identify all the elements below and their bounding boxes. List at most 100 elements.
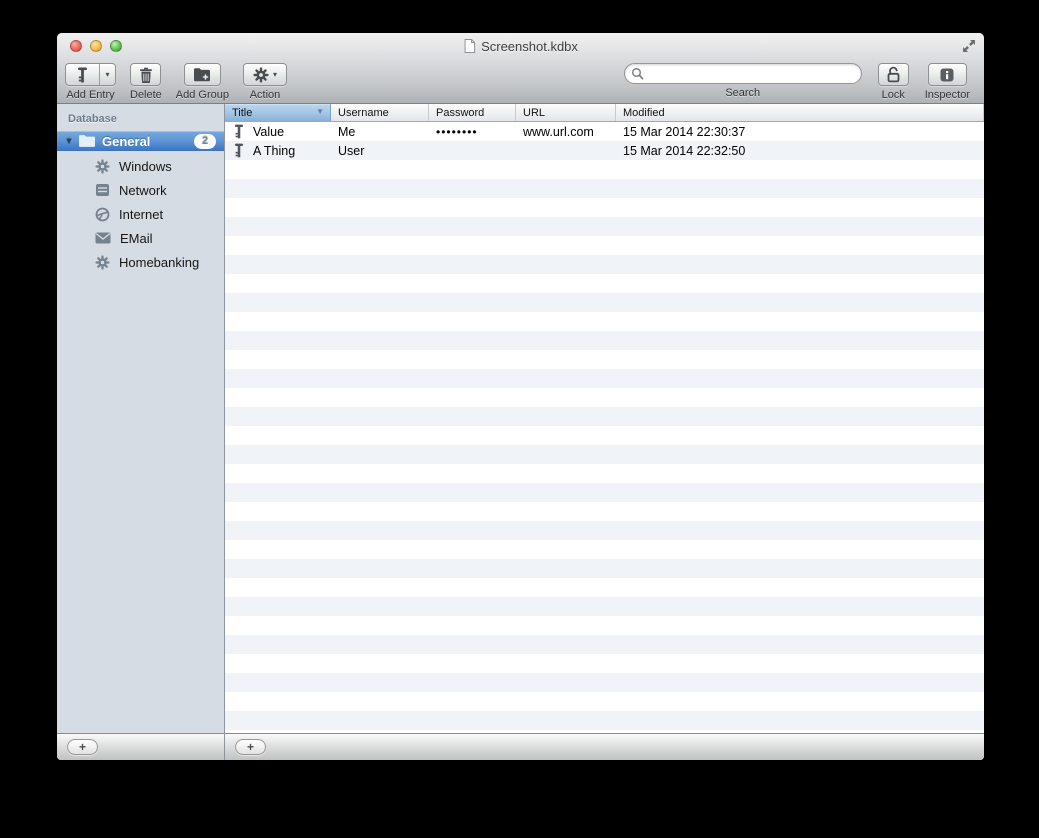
toolbar-label: Inspector <box>924 89 970 101</box>
key-icon <box>234 124 244 139</box>
document-icon <box>463 39 475 53</box>
column-label: URL <box>523 106 546 119</box>
toolbar-item-delete: Delete <box>130 63 162 101</box>
info-icon <box>939 67 955 83</box>
toolbar-item-lock: Lock <box>877 63 909 101</box>
entry-password: •••••••• <box>436 124 478 139</box>
disclosure-triangle-icon[interactable]: ▼ <box>63 136 75 146</box>
window-content: Database ▼ General 2 Windows Network Inter… <box>57 104 984 760</box>
entry-url: www.url.com <box>523 124 594 139</box>
column-header-password[interactable]: Password <box>429 104 516 121</box>
search-icon <box>631 67 644 80</box>
close-button[interactable] <box>70 40 82 52</box>
folder-icon <box>78 134 96 148</box>
entry-modified: 15 Mar 2014 22:32:50 <box>623 143 746 158</box>
sidebar-item-label: Homebanking <box>119 254 200 270</box>
gear-icon <box>253 66 269 83</box>
cell-username: User <box>331 144 429 158</box>
sidebar-item-label: Internet <box>119 206 164 222</box>
toolbar-label: Add Group <box>175 89 229 101</box>
toolbar-item-add-entry: ▾ Add Entry <box>65 63 116 101</box>
toolbar-label: Action <box>249 89 281 101</box>
search-field[interactable] <box>623 63 862 84</box>
sidebar: Database ▼ General 2 Windows Network Inter… <box>57 104 225 760</box>
network-icon <box>95 183 110 197</box>
table-row[interactable]: A Thing User 15 Mar 2014 22:32:50 <box>225 141 984 160</box>
sidebar-item-homebanking[interactable]: Homebanking <box>57 250 224 274</box>
sidebar-bottom-bar: + <box>57 733 224 760</box>
sidebar-items: Windows Network Internet EMail Homebanking <box>57 154 224 274</box>
action-button[interactable]: ▾ <box>243 63 287 86</box>
sidebar-item-label: Network <box>119 182 167 198</box>
cell-modified: 15 Mar 2014 22:30:37 <box>616 125 984 139</box>
cell-modified: 15 Mar 2014 22:32:50 <box>616 144 984 158</box>
toolbar: ▾ Add Entry Delete Add Group ▾ Action Se… <box>57 59 984 104</box>
window-header: Screenshot.kdbx ▾ Add Entry Delete Add G… <box>57 33 984 104</box>
mail-icon <box>95 232 111 244</box>
column-label: Title <box>232 106 253 119</box>
toolbar-item-action: ▾ Action <box>243 63 287 101</box>
minimize-button[interactable] <box>90 40 102 52</box>
table-row[interactable]: Value Me •••••••• www.url.com 15 Mar 2014 22… <box>225 122 984 141</box>
search-input[interactable] <box>647 66 855 81</box>
add-group-plus-button[interactable]: + <box>67 739 98 755</box>
entry-list-pane: Title ▼ Username Password URL Modified V… <box>225 104 984 760</box>
toolbar-item-inspector: Inspector <box>925 63 970 101</box>
add-group-button[interactable] <box>183 63 221 86</box>
sidebar-item-windows[interactable]: Windows <box>57 154 224 178</box>
key-icon <box>234 143 244 158</box>
action-dropdown-arrow: ▾ <box>272 69 277 79</box>
toolbar-label: Search <box>725 87 761 99</box>
key-icon <box>66 64 99 85</box>
sidebar-section-label: Database <box>68 113 117 125</box>
window-title: Screenshot.kdbx <box>481 38 578 54</box>
sidebar-item-internet[interactable]: Internet <box>57 202 224 226</box>
column-header-url[interactable]: URL <box>516 104 616 121</box>
entry-username: User <box>338 143 365 158</box>
sidebar-item-network[interactable]: Network <box>57 178 224 202</box>
column-header-modified[interactable]: Modified <box>616 104 984 121</box>
app-window: Screenshot.kdbx ▾ Add Entry Delete Add G… <box>57 33 984 760</box>
cell-title: Value <box>225 124 331 139</box>
column-label: Modified <box>623 106 665 119</box>
column-label: Password <box>436 106 485 119</box>
inspector-button[interactable] <box>927 63 967 86</box>
entry-count-badge: 2 <box>194 133 216 149</box>
lock-button[interactable] <box>877 63 909 86</box>
sidebar-group-general[interactable]: ▼ General 2 <box>57 131 224 151</box>
globe-icon <box>95 207 110 222</box>
add-entry-button[interactable]: ▾ <box>65 63 116 86</box>
entry-table-body[interactable]: Value Me •••••••• www.url.com 15 Mar 2014 22… <box>225 122 984 733</box>
add-entry-dropdown[interactable]: ▾ <box>99 64 115 85</box>
main-bottom-bar: + <box>225 733 984 760</box>
traffic-lights <box>70 40 122 52</box>
cell-url: www.url.com <box>516 125 616 139</box>
toolbar-right-group: Search Lock Inspector <box>623 63 970 101</box>
cell-username: Me <box>331 125 429 139</box>
toolbar-item-search: Search <box>623 63 862 99</box>
window-title-group: Screenshot.kdbx <box>463 33 578 59</box>
fullscreen-icon[interactable] <box>961 38 977 54</box>
entry-modified: 15 Mar 2014 22:30:37 <box>623 124 746 139</box>
toolbar-item-add-group: Add Group <box>176 63 229 101</box>
toolbar-label: Add Entry <box>66 89 115 101</box>
entry-title: Value <box>253 124 285 139</box>
cell-title: A Thing <box>225 143 331 158</box>
sidebar-item-label: Windows <box>119 158 172 174</box>
toolbar-label: Lock <box>881 89 905 101</box>
zoom-button[interactable] <box>110 40 122 52</box>
gear-icon <box>95 158 110 174</box>
sidebar-item-email[interactable]: EMail <box>57 226 224 250</box>
sidebar-item-label: EMail <box>120 230 153 246</box>
table-header: Title ▼ Username Password URL Modified <box>225 104 984 122</box>
folder-plus-icon <box>193 67 211 82</box>
column-header-username[interactable]: Username <box>331 104 429 121</box>
add-entry-plus-button[interactable]: + <box>235 739 266 755</box>
entry-title: A Thing <box>253 143 296 158</box>
toolbar-label: Delete <box>130 89 162 101</box>
delete-button[interactable] <box>130 63 162 86</box>
trash-icon <box>139 67 153 83</box>
column-header-title[interactable]: Title ▼ <box>225 104 331 121</box>
titlebar[interactable]: Screenshot.kdbx <box>57 33 984 59</box>
lock-open-icon <box>886 66 901 83</box>
